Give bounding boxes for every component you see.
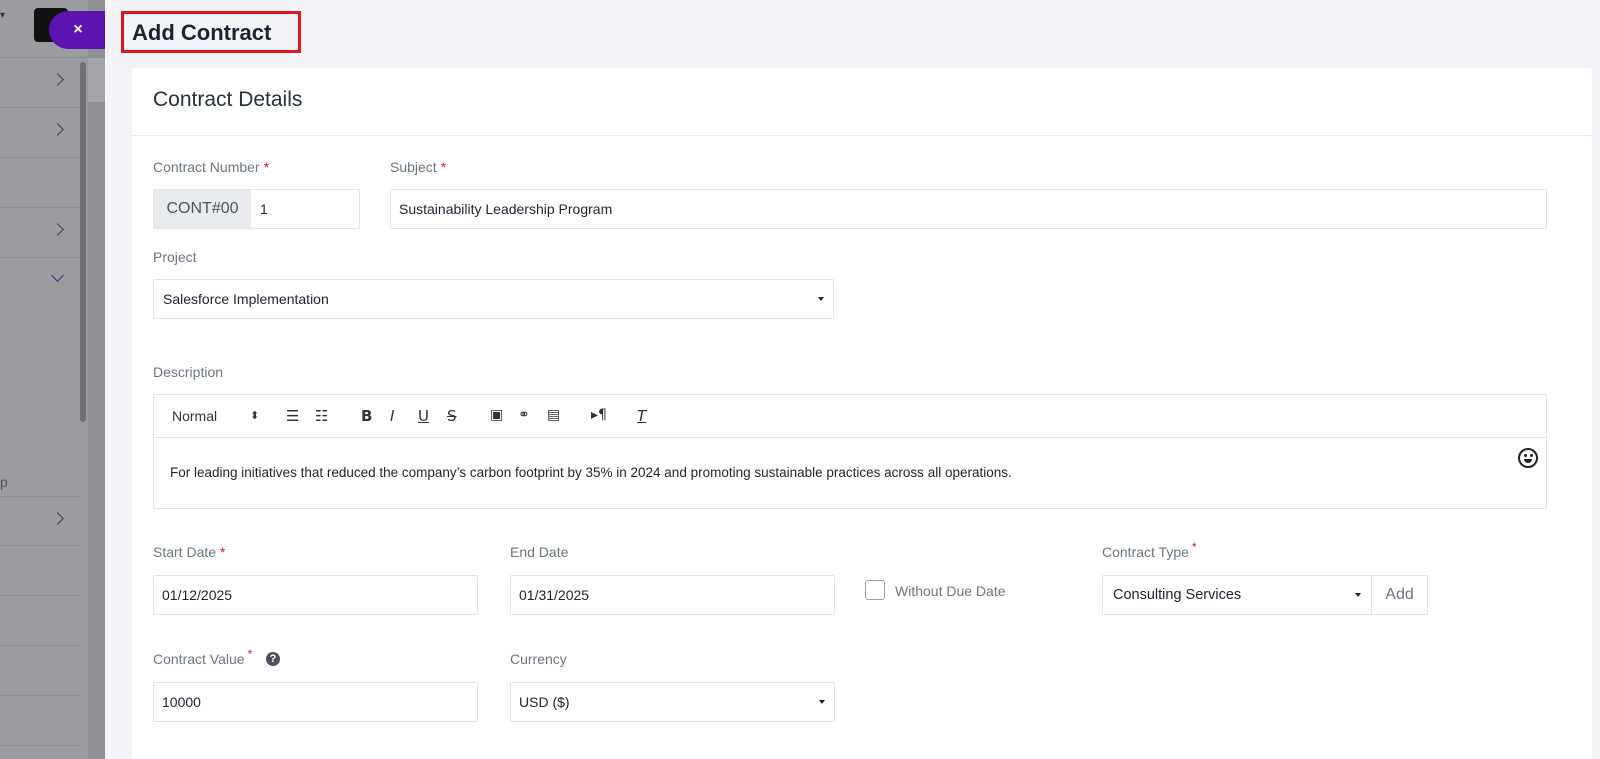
close-button[interactable]: × (49, 11, 107, 49)
sidebar: ▾ p (0, 0, 105, 759)
add-contract-type-button[interactable]: Add (1371, 576, 1427, 614)
start-date-label: Start Date * (153, 544, 226, 560)
subject-input[interactable]: Sustainability Leadership Program (390, 189, 1547, 229)
contract-number-label: Contract Number * (153, 159, 270, 175)
chevron-right-icon (51, 73, 64, 86)
caret-icon: ▾ (0, 10, 6, 21)
close-icon: × (73, 21, 83, 38)
sidebar-item[interactable] (0, 258, 80, 308)
currency-select[interactable]: USD ($) (510, 682, 835, 722)
without-due-date-checkbox[interactable] (865, 580, 885, 600)
subject-label: Subject * (390, 159, 447, 175)
ordered-list-icon[interactable]: ☰ (286, 407, 299, 425)
end-date-input[interactable]: 01/31/2025 (510, 575, 835, 615)
sidebar-scrollbar[interactable] (80, 62, 86, 422)
main-panel: Add Contract Contract Details Contract N… (105, 0, 1600, 759)
contract-number-prefix: CONT#00 (154, 190, 251, 228)
editor-toolbar: Normal ⬍ ☰ ☷ B I U S ▣ ⚭ ▤ ▸¶ T (154, 395, 1546, 438)
contract-value-label: Contract Value * (153, 647, 253, 667)
contract-type-field: Consulting Services Add (1102, 575, 1428, 615)
project-label: Project (153, 249, 197, 265)
contract-value-value: 10000 (162, 694, 201, 710)
start-date-input[interactable]: 01/12/2025 (153, 575, 478, 615)
sidebar-item[interactable] (0, 646, 80, 696)
sidebar-item[interactable] (0, 158, 80, 208)
emoji-icon[interactable] (1518, 448, 1538, 468)
video-icon[interactable]: ▤ (547, 407, 560, 423)
contract-details-card: Contract Details Contract Number * CONT#0… (132, 68, 1592, 759)
strike-icon[interactable]: S (447, 407, 457, 425)
contract-type-label: Contract Type * (1102, 540, 1197, 560)
sidebar-item[interactable] (0, 58, 80, 108)
clear-format-icon[interactable]: T (637, 407, 646, 425)
bullet-list-icon[interactable]: ☷ (315, 407, 328, 425)
format-select[interactable]: Normal (172, 408, 217, 424)
italic-icon[interactable]: I (390, 407, 394, 425)
chevron-down-icon (51, 269, 64, 282)
underline-icon[interactable]: U (418, 407, 429, 425)
card-title: Contract Details (132, 68, 1592, 136)
rtl-icon[interactable]: ▸¶ (591, 407, 607, 423)
end-date-label: End Date (510, 544, 569, 560)
without-due-date-label[interactable]: Without Due Date (895, 583, 1006, 599)
link-icon[interactable]: ⚭ (518, 407, 530, 423)
currency-label: Currency (510, 651, 567, 667)
sidebar-item[interactable] (0, 596, 80, 646)
image-icon[interactable]: ▣ (490, 407, 503, 423)
project-value: Salesforce Implementation (163, 291, 329, 307)
caret-down-icon (818, 297, 824, 301)
end-date-value: 01/31/2025 (519, 587, 590, 603)
format-select-arrows-icon[interactable]: ⬍ (250, 409, 259, 422)
help-icon[interactable]: ? (266, 652, 280, 666)
description-label: Description (153, 364, 224, 380)
sidebar-item[interactable] (0, 208, 80, 258)
subject-value: Sustainability Leadership Program (399, 201, 613, 217)
sidebar-item[interactable] (0, 496, 80, 546)
project-select[interactable]: Salesforce Implementation (153, 279, 834, 319)
chevron-right-icon (51, 123, 64, 136)
description-editor[interactable]: Normal ⬍ ☰ ☷ B I U S ▣ ⚭ ▤ ▸¶ T For lead… (153, 394, 1547, 509)
caret-down-icon (819, 700, 825, 704)
sidebar-gutter (88, 0, 105, 759)
contract-value-input[interactable]: 10000 (153, 682, 478, 722)
description-text[interactable]: For leading initiatives that reduced the… (170, 465, 1012, 480)
caret-down-icon (1355, 593, 1361, 597)
sidebar-item[interactable] (0, 108, 80, 158)
sidebar-partial-text: p (0, 474, 8, 490)
bold-icon[interactable]: B (361, 407, 372, 425)
page-title: Add Contract (121, 11, 301, 53)
currency-value: USD ($) (519, 694, 570, 710)
chevron-right-icon (51, 512, 64, 525)
contract-type-select[interactable]: Consulting Services (1113, 576, 1241, 614)
contract-number-input[interactable]: 1 (260, 190, 268, 228)
sidebar-item[interactable] (0, 546, 80, 596)
sidebar-item[interactable] (0, 696, 80, 746)
chevron-right-icon (51, 223, 64, 236)
start-date-value: 01/12/2025 (162, 587, 233, 603)
contract-number-field[interactable]: CONT#00 1 (153, 189, 360, 229)
